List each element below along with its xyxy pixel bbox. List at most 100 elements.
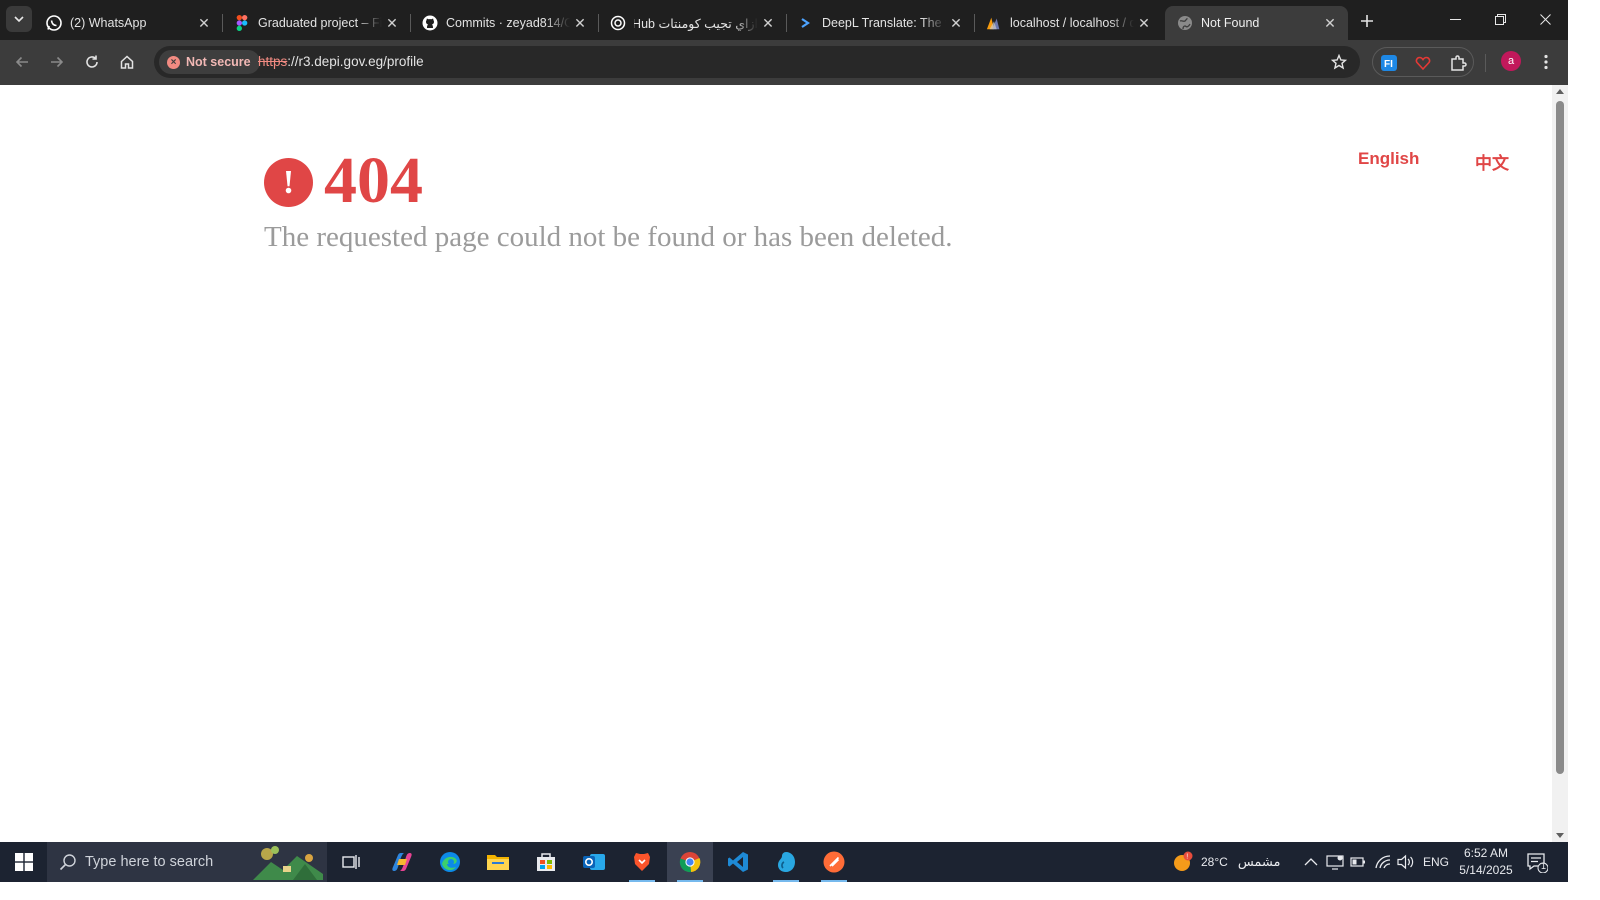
toolbar-separator bbox=[1485, 54, 1486, 72]
error-icon: ! bbox=[264, 158, 313, 207]
search-highlight-illustration-icon bbox=[253, 846, 323, 880]
tab-chatgpt[interactable]: ازاي تجيب كومنتات Hub ✕ bbox=[598, 6, 787, 40]
not-secure-icon: × bbox=[167, 55, 180, 69]
close-tab-icon[interactable]: ✕ bbox=[946, 13, 966, 33]
taskbar-outlook[interactable] bbox=[571, 842, 617, 882]
close-tab-icon[interactable]: ✕ bbox=[1134, 13, 1154, 33]
more-vertical-icon bbox=[1544, 54, 1548, 70]
arrow-right-icon bbox=[51, 56, 64, 68]
close-tab-icon[interactable]: ✕ bbox=[194, 13, 214, 33]
globe-icon bbox=[1177, 15, 1193, 31]
outlook-icon bbox=[583, 854, 605, 870]
running-indicator bbox=[821, 880, 847, 882]
close-tab-icon[interactable]: ✕ bbox=[570, 13, 590, 33]
weather-description: مشمس bbox=[1237, 854, 1281, 869]
close-tab-icon[interactable]: ✕ bbox=[758, 13, 778, 33]
scroll-down-arrow[interactable] bbox=[1556, 833, 1564, 838]
taskbar-file-explorer[interactable] bbox=[475, 842, 521, 882]
brave-icon bbox=[634, 853, 650, 871]
postman-icon bbox=[823, 851, 845, 873]
sun-icon: ! bbox=[1174, 851, 1193, 871]
show-hidden-icons-button[interactable] bbox=[1304, 842, 1318, 882]
extension-fi-icon[interactable]: FI bbox=[1379, 53, 1399, 73]
tab-whatsapp[interactable]: (2) WhatsApp ✕ bbox=[34, 6, 223, 40]
extensions-puzzle-icon[interactable] bbox=[1448, 53, 1468, 73]
taskbar-store[interactable] bbox=[523, 842, 569, 882]
arrow-left-icon bbox=[15, 56, 28, 68]
language-chinese-link[interactable]: 中文 bbox=[1475, 149, 1509, 174]
url-path: ://r3.depi.gov.eg/profile bbox=[287, 54, 424, 69]
task-view-button[interactable] bbox=[329, 842, 375, 882]
bookmark-button[interactable] bbox=[1330, 53, 1348, 71]
battery-icon bbox=[1350, 857, 1365, 867]
forward-button[interactable] bbox=[43, 48, 71, 76]
windows-taskbar: Type here to search ! 28°C مشمس ENG 6:52… bbox=[0, 842, 1568, 882]
page-scrollbar[interactable] bbox=[1552, 85, 1568, 842]
tab-deepl[interactable]: DeepL Translate: The world's most accura… bbox=[786, 6, 975, 40]
chevron-down-icon bbox=[14, 16, 24, 23]
running-indicator bbox=[677, 880, 703, 882]
plus-icon bbox=[1361, 15, 1373, 27]
volume-button[interactable] bbox=[1397, 842, 1415, 882]
tab-github[interactable]: Commits · zeyad814/Graduated ✕ bbox=[410, 6, 599, 40]
figma-icon bbox=[234, 15, 250, 31]
close-window-button[interactable] bbox=[1522, 0, 1568, 38]
tab-title: Not Found bbox=[1201, 16, 1260, 30]
clock-time: 6:52 AM bbox=[1463, 846, 1509, 860]
browser-toolbar: × Not secure https://r3.depi.gov.eg/prof… bbox=[0, 40, 1568, 85]
home-button[interactable] bbox=[113, 48, 141, 76]
tab-not-found[interactable]: Not Found ✕ bbox=[1165, 6, 1348, 40]
search-icon bbox=[59, 854, 76, 871]
restore-icon bbox=[1494, 13, 1506, 25]
svg-text:!: ! bbox=[1186, 854, 1188, 861]
edge-icon bbox=[440, 852, 460, 872]
reload-button[interactable] bbox=[78, 48, 106, 76]
taskbar-chrome[interactable] bbox=[667, 842, 713, 882]
tab-phpmyadmin[interactable]: localhost / localhost / db ✕ bbox=[974, 6, 1162, 40]
close-tab-icon[interactable]: ✕ bbox=[382, 13, 402, 33]
restore-button[interactable] bbox=[1477, 0, 1523, 38]
new-tab-button[interactable] bbox=[1355, 9, 1379, 33]
clock-button[interactable]: 6:52 AM 5/14/2025 bbox=[1454, 845, 1518, 879]
address-bar[interactable]: × Not secure https://r3.depi.gov.eg/prof… bbox=[154, 46, 1360, 78]
scroll-up-arrow[interactable] bbox=[1556, 89, 1564, 94]
taskbar-copilot[interactable] bbox=[379, 842, 425, 882]
taskbar-vscode[interactable] bbox=[715, 842, 761, 882]
folder-icon bbox=[487, 855, 509, 870]
tab-title: Graduated project – Figma bbox=[258, 16, 382, 30]
url-scheme: https bbox=[258, 54, 288, 69]
taskbar-brave[interactable] bbox=[619, 842, 665, 882]
network-button[interactable] bbox=[1374, 842, 1392, 882]
minimize-button[interactable] bbox=[1432, 0, 1478, 38]
back-button[interactable] bbox=[8, 48, 36, 76]
tab-figma[interactable]: Graduated project – Figma ✕ bbox=[222, 6, 411, 40]
scrollbar-thumb[interactable] bbox=[1556, 101, 1564, 774]
close-tab-icon[interactable]: ✕ bbox=[1320, 13, 1340, 33]
github-icon bbox=[422, 15, 438, 31]
menu-button[interactable] bbox=[1536, 51, 1556, 73]
taskbar-search[interactable]: Type here to search bbox=[47, 842, 327, 882]
weather-temperature: 28°C bbox=[1201, 855, 1228, 869]
input-language-button[interactable]: ENG bbox=[1423, 842, 1449, 882]
notification-center-button[interactable]: 1 bbox=[1526, 851, 1549, 874]
profile-avatar[interactable]: a bbox=[1501, 51, 1521, 71]
taskbar-app-blue[interactable] bbox=[763, 842, 809, 882]
url-text[interactable]: https://r3.depi.gov.eg/profile bbox=[258, 54, 424, 69]
battery-button[interactable] bbox=[1350, 842, 1366, 882]
security-chip[interactable]: × Not secure bbox=[159, 50, 260, 74]
start-button[interactable] bbox=[0, 842, 47, 882]
security-label: Not secure bbox=[186, 55, 251, 69]
phpmyadmin-icon bbox=[986, 15, 1002, 31]
language-english-link[interactable]: English bbox=[1358, 149, 1419, 169]
extension-heart-icon[interactable] bbox=[1413, 53, 1433, 73]
meet-now-button[interactable] bbox=[1326, 842, 1344, 882]
tab-title: (2) WhatsApp bbox=[70, 16, 147, 30]
store-icon bbox=[537, 853, 555, 871]
input-language: ENG bbox=[1423, 855, 1450, 869]
page-content: ! 404 The requested page could not be fo… bbox=[0, 85, 1552, 842]
weather-widget[interactable]: ! 28°C مشمس bbox=[1172, 842, 1280, 882]
speaker-icon bbox=[1397, 854, 1414, 870]
tab-search-button[interactable] bbox=[6, 6, 32, 32]
taskbar-postman[interactable] bbox=[811, 842, 857, 882]
taskbar-edge[interactable] bbox=[427, 842, 473, 882]
